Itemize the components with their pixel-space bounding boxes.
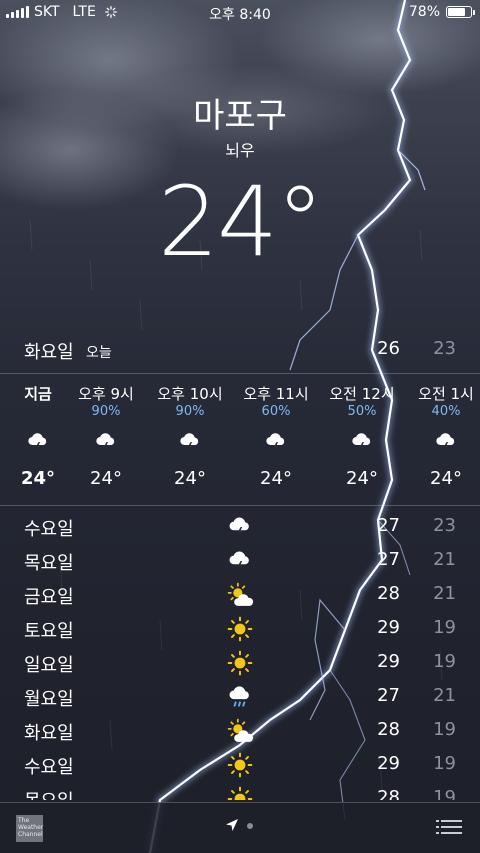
daily-day: 수요일	[24, 757, 74, 778]
page-indicator-dot[interactable]	[247, 823, 253, 829]
daily-low: 19	[433, 753, 456, 774]
thunderstorm-icon	[352, 433, 371, 451]
thunderstorm-icon	[229, 517, 249, 537]
daily-high: 29	[377, 617, 400, 638]
daily-high: 29	[377, 651, 400, 672]
precip-chance: 90%	[175, 404, 205, 419]
daily-low: 19	[433, 651, 456, 672]
bottom-toolbar: The Weather Channel	[0, 802, 480, 853]
daily-low: 21	[433, 549, 456, 570]
daily-row: 수요일 29 19	[0, 748, 480, 782]
current-temperature: 24°	[157, 166, 324, 278]
today-day: 화요일	[24, 342, 74, 363]
hour-temp: 24°	[90, 468, 122, 489]
daily-row: 금요일 28 21	[0, 578, 480, 612]
thunderstorm-icon	[180, 433, 199, 451]
hour-label: 오후 11시	[243, 385, 309, 403]
daily-low: 19	[433, 617, 456, 638]
daily-day: 월요일	[24, 689, 74, 710]
battery-percent: 78%	[408, 4, 440, 20]
thunderstorm-icon	[28, 433, 47, 451]
weather-condition: 뇌우	[225, 141, 255, 160]
daily-day: 금요일	[24, 587, 74, 608]
hour-temp: 24°	[174, 468, 206, 489]
daily-row: 토요일 29 19	[0, 612, 480, 646]
daily-high: 27	[377, 549, 400, 570]
thunderstorm-icon	[266, 433, 285, 451]
daily-high: 27	[377, 515, 400, 536]
sun-icon	[227, 786, 253, 800]
daily-row: 목요일 27 21	[0, 544, 480, 578]
partly-sunny-icon	[227, 718, 254, 743]
daily-high: 28	[377, 719, 400, 740]
hour-temp: 24°	[430, 468, 462, 489]
hour-label: 오전 12시	[329, 385, 395, 403]
daily-day: 화요일	[24, 723, 74, 744]
sun-icon	[227, 616, 253, 642]
battery-icon	[446, 6, 475, 18]
daily-low: 21	[433, 583, 456, 604]
rain-cloud-icon	[228, 685, 250, 707]
hour-temp: 24°	[346, 468, 378, 489]
daily-low: 19	[433, 719, 456, 740]
daily-row: 화요일 28 19	[0, 714, 480, 748]
daily-day: 일요일	[24, 655, 74, 676]
daily-high: 28	[377, 787, 400, 800]
daily-low: 21	[433, 685, 456, 706]
today-low: 23	[433, 338, 456, 359]
daily-forecast-list[interactable]: 수요일 27 23 목요일 27 21 금요일 28 21 토요일 29 19 …	[0, 510, 480, 800]
hour-label: 오후 9시	[78, 385, 134, 403]
thunderstorm-icon	[229, 551, 249, 571]
daily-low: 23	[433, 515, 456, 536]
daily-row: 수요일 27 23	[0, 510, 480, 544]
precip-chance: 90%	[91, 404, 121, 419]
today-tag: 오늘	[86, 345, 112, 361]
thunderstorm-icon	[96, 433, 115, 451]
daily-row: 월요일 27 21	[0, 680, 480, 714]
daily-high: 27	[377, 685, 400, 706]
daily-day: 목요일	[24, 553, 74, 574]
status-bar: SKT LTE 오후 8:40 78%	[0, 0, 480, 26]
precip-chance: 60%	[261, 404, 291, 419]
hour-temp: 24°	[260, 468, 292, 489]
daily-row: 일요일 29 19	[0, 646, 480, 680]
today-summary-row: 화요일 오늘 26 23	[0, 334, 480, 366]
location-arrow-icon[interactable]	[225, 818, 239, 832]
hour-label: 오후 10시	[157, 385, 223, 403]
city-name: 마포구	[193, 96, 287, 136]
daily-day: 수요일	[24, 519, 74, 540]
daily-day: 토요일	[24, 621, 74, 642]
sun-icon	[227, 752, 253, 778]
hourly-forecast-strip[interactable]: 지금 24° 오후 9시 90% 24° 오후 10시 90% 24° 오후 1…	[0, 373, 480, 506]
weather-channel-logo[interactable]: The Weather Channel	[16, 815, 43, 842]
daily-high: 29	[377, 753, 400, 774]
partly-sunny-icon	[227, 582, 254, 607]
precip-chance: 50%	[347, 404, 377, 419]
thunderstorm-icon	[436, 433, 455, 451]
daily-low: 19	[433, 787, 456, 800]
daily-day: 목요일	[24, 787, 74, 800]
hour-label: 오전 1시	[418, 385, 474, 403]
daily-high: 28	[377, 583, 400, 604]
precip-chance: 40%	[431, 404, 461, 419]
daily-row: 목요일 28 19	[0, 782, 480, 800]
today-high: 26	[377, 338, 400, 359]
list-icon[interactable]	[436, 819, 462, 835]
sun-icon	[227, 650, 253, 676]
